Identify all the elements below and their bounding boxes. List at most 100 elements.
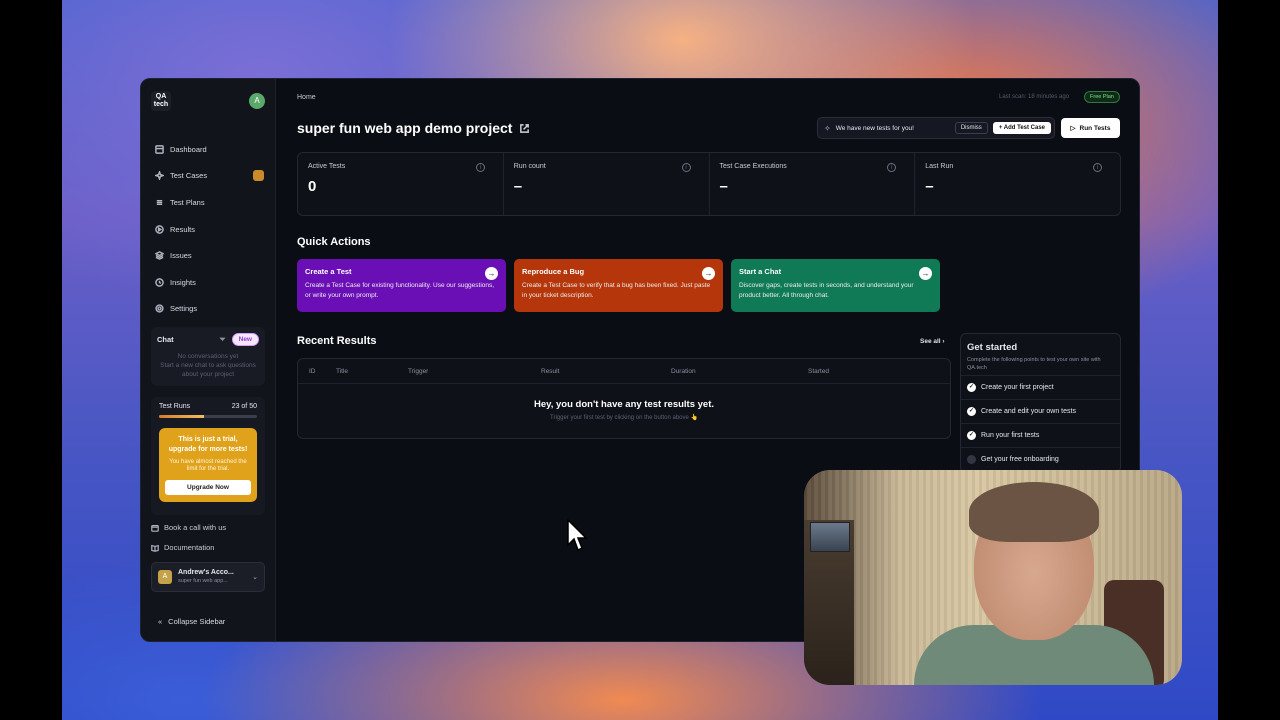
- create-test-card[interactable]: Create a Test Create a Test Case for exi…: [297, 259, 506, 312]
- checklist-item[interactable]: ✓ Create and edit your own tests: [961, 399, 1120, 423]
- checklist-label: Get your free onboarding: [981, 456, 1059, 463]
- sidebar-item-test-cases[interactable]: Test Cases: [151, 163, 266, 190]
- card-title: Start a Chat: [739, 267, 782, 276]
- chat-empty-title: No conversations yet: [177, 353, 239, 360]
- sidebar-item-label: Results: [170, 224, 196, 234]
- stat-label: Test Case Executions: [719, 163, 787, 170]
- collapse-label: Collapse Sidebar: [168, 617, 226, 626]
- card-description: Create a Test Case to verify that a bug …: [522, 282, 711, 299]
- run-tests-button[interactable]: ▷ Run Tests: [1061, 118, 1120, 138]
- stat-value: –: [513, 178, 523, 195]
- dashboard-icon: [155, 144, 164, 154]
- arrow-right-icon: →: [702, 267, 715, 280]
- filter-icon[interactable]: ⏷: [219, 335, 225, 345]
- stat-label: Run count: [513, 163, 546, 170]
- mouse-cursor-icon: [567, 519, 587, 552]
- project-title: super fun web app demo project: [297, 120, 513, 136]
- results-empty-state: Hey, you don't have any test results yet…: [298, 399, 950, 421]
- checklist-item[interactable]: ✓ Run your first tests: [961, 423, 1120, 447]
- chevron-down-icon: ⌄: [252, 574, 258, 581]
- sparkle-icon: ✧: [824, 123, 831, 133]
- check-icon: ✓: [967, 383, 976, 392]
- info-icon[interactable]: i: [887, 163, 897, 172]
- book-icon: [151, 544, 159, 552]
- documentation-label: Documentation: [164, 543, 215, 552]
- checklist-item[interactable]: Get your free onboarding: [961, 447, 1120, 471]
- sidebar-item-insights[interactable]: Insights: [151, 269, 266, 296]
- sidebar-item-label: Issues: [170, 251, 192, 261]
- documentation-link[interactable]: Documentation: [151, 543, 214, 552]
- chat-panel: Chat ⏷ New No conversations yet Start a …: [151, 327, 265, 386]
- card-description: Create a Test Case for existing function…: [305, 282, 495, 299]
- account-switcher[interactable]: A Andrew's Acco... super fun web app... …: [151, 562, 265, 592]
- sidebar-item-test-plans[interactable]: Test Plans: [151, 189, 266, 216]
- sparkle-icon: [155, 171, 164, 181]
- stats-panel: Active Tests 0 i Run count – i Test Case…: [297, 152, 1121, 216]
- column-header[interactable]: Trigger: [408, 368, 428, 375]
- info-icon[interactable]: i: [1093, 163, 1102, 172]
- external-link-icon[interactable]: [519, 123, 530, 134]
- recent-results-title: Recent Results: [297, 335, 377, 347]
- webcam-overlay: [804, 470, 1182, 685]
- stat-test-case-executions: Test Case Executions – i: [710, 153, 916, 215]
- card-title: Create a Test: [305, 267, 352, 276]
- sidebar: QA tech A Dashboard Test Cases Test Plan…: [141, 79, 276, 641]
- account-info: Andrew's Acco... super fun web app...: [178, 568, 234, 586]
- clock-icon: [155, 277, 164, 287]
- upgrade-card: This is just a trial, upgrade for more t…: [159, 428, 257, 502]
- test-runs-row: Test Runs 23 of 50: [159, 403, 257, 410]
- upgrade-now-button[interactable]: Upgrade Now: [165, 480, 251, 495]
- sidebar-item-label: Settings: [170, 304, 198, 314]
- chat-header: Chat ⏷ New: [157, 333, 259, 346]
- notice-text: We have new tests for you!: [835, 124, 914, 132]
- calendar-icon: [151, 524, 159, 532]
- book-call-link[interactable]: Book a call with us: [151, 523, 226, 532]
- get-started-panel: Get started Complete the following point…: [960, 333, 1121, 473]
- checklist-label: Run your first tests: [981, 432, 1040, 439]
- dismiss-button[interactable]: Dismiss: [954, 122, 988, 134]
- new-tests-badge: [253, 170, 264, 182]
- sidebar-item-label: Dashboard: [170, 144, 207, 154]
- layers-icon: [155, 251, 164, 261]
- start-chat-card[interactable]: Start a Chat Discover gaps, create tests…: [731, 259, 940, 312]
- stat-value: –: [925, 178, 934, 195]
- new-chat-button[interactable]: New: [231, 333, 259, 346]
- card-title: Reproduce a Bug: [522, 267, 585, 276]
- quick-actions-title: Quick Actions: [297, 236, 371, 248]
- arrow-right-icon: →: [919, 267, 932, 280]
- play-circle-icon: [155, 224, 164, 234]
- see-all-link[interactable]: See all ›: [920, 338, 945, 345]
- sidebar-item-dashboard[interactable]: Dashboard: [151, 136, 266, 163]
- add-test-case-button[interactable]: + Add Test Case: [992, 122, 1051, 134]
- stat-active-tests: Active Tests 0 i: [298, 153, 504, 215]
- column-header[interactable]: Duration: [671, 368, 696, 375]
- info-icon[interactable]: i: [475, 163, 485, 172]
- gear-icon: [155, 304, 164, 313]
- list-icon: [156, 199, 163, 206]
- collapse-sidebar-button[interactable]: « Collapse Sidebar: [158, 617, 225, 626]
- sidebar-item-results[interactable]: Results: [151, 216, 266, 243]
- breadcrumb[interactable]: Home: [297, 94, 316, 101]
- get-started-title: Get started: [967, 342, 1018, 353]
- column-header[interactable]: Started: [808, 368, 829, 375]
- account-name: Andrew's Acco...: [178, 569, 234, 576]
- card-description: Discover gaps, create tests in seconds, …: [739, 282, 914, 299]
- unchecked-icon: [967, 455, 976, 464]
- reproduce-bug-card[interactable]: Reproduce a Bug Create a Test Case to ve…: [514, 259, 723, 312]
- info-icon[interactable]: i: [681, 163, 691, 172]
- column-header[interactable]: ID: [309, 368, 316, 375]
- results-table-header: ID Title Trigger Result Duration Started: [298, 359, 950, 384]
- chevrons-left-icon: «: [158, 617, 163, 626]
- arrow-right-icon: →: [485, 267, 498, 280]
- stat-last-run: Last Run – i: [915, 153, 1120, 215]
- user-avatar[interactable]: A: [249, 93, 265, 109]
- sidebar-item-settings[interactable]: Settings: [151, 296, 266, 323]
- upgrade-subtitle: You have almost reached the limit for th…: [169, 459, 247, 472]
- app-logo[interactable]: QA tech: [151, 91, 171, 111]
- test-runs-progress-fill: [159, 415, 205, 418]
- checklist-item[interactable]: ✓ Create your first project: [961, 375, 1120, 399]
- column-header[interactable]: Result: [541, 368, 559, 375]
- sidebar-item-issues[interactable]: Issues: [151, 242, 266, 269]
- empty-title: Hey, you don't have any test results yet…: [534, 399, 714, 410]
- column-header[interactable]: Title: [336, 368, 348, 375]
